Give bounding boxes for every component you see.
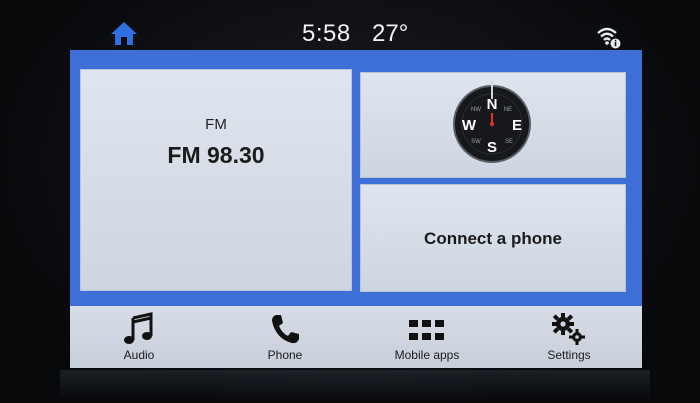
- bottom-nav-bar: Audio Phone Mobile apps Settings: [70, 306, 642, 368]
- radio-tile[interactable]: FM FM 98.30: [80, 69, 352, 291]
- nav-audio-button[interactable]: Audio: [74, 306, 204, 368]
- compass-south-label: S: [487, 139, 497, 156]
- display-bezel: 5:58 27° FM FM 98.30 N E S W NE NW SE SW…: [0, 0, 700, 403]
- gears-icon: [552, 313, 585, 345]
- nav-audio-label: Audio: [123, 348, 155, 362]
- music-note-icon: [124, 312, 153, 344]
- connect-phone-label: Connect a phone: [424, 229, 562, 248]
- compass-west-label: W: [462, 117, 477, 134]
- connect-phone-tile[interactable]: Connect a phone: [360, 184, 626, 292]
- nav-mobile-apps-label: Mobile apps: [394, 348, 460, 362]
- bezel-reflection: [60, 370, 650, 400]
- apps-grid-icon: [409, 320, 444, 340]
- compass-icon: N E S W NE NW SE SW: [453, 81, 531, 163]
- radio-band-label: FM: [205, 116, 227, 133]
- nav-mobile-apps-button[interactable]: Mobile apps: [362, 306, 492, 368]
- clock-time: 5:58: [302, 20, 351, 47]
- radio-station-label: FM 98.30: [167, 142, 265, 168]
- status-bar: 5:58 27°: [72, 14, 642, 50]
- nav-phone-label: Phone: [267, 348, 303, 362]
- nav-settings-button[interactable]: Settings: [504, 306, 634, 368]
- compass-sw-label: SW: [471, 139, 481, 145]
- nav-phone-button[interactable]: Phone: [220, 306, 350, 368]
- touch-screen: FM FM 98.30 N E S W NE NW SE SW Connect …: [70, 50, 642, 368]
- nav-settings-label: Settings: [547, 348, 591, 362]
- compass-ne-label: NE: [504, 107, 512, 113]
- compass-east-label: E: [512, 117, 522, 134]
- wifi-info-icon[interactable]: [596, 24, 622, 50]
- compass-tile[interactable]: N E S W NE NW SE SW: [360, 72, 626, 178]
- compass-north-label: N: [487, 96, 498, 113]
- outside-temperature: 27°: [372, 20, 409, 47]
- home-icon[interactable]: [110, 20, 138, 46]
- phone-handset-icon: [272, 315, 299, 344]
- compass-nw-label: NW: [471, 107, 481, 113]
- compass-se-label: SE: [505, 139, 513, 145]
